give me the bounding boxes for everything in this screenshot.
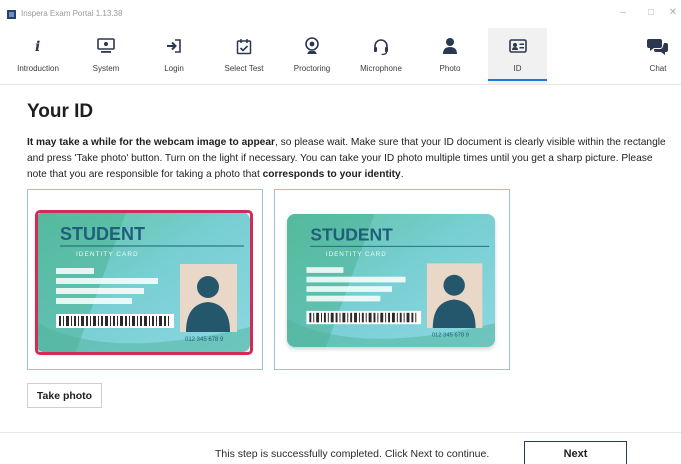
id-card-graphic: STUDENT IDENTITY CARD 012 345 678 9 xyxy=(287,214,495,347)
info-icon: i xyxy=(31,34,45,58)
nav-divider xyxy=(0,84,681,85)
title-bar: Inspera Exam Portal 1.13.38 – □ ✕ xyxy=(0,0,681,28)
take-photo-button[interactable]: Take photo xyxy=(27,383,102,408)
maximize-icon[interactable]: □ xyxy=(645,8,657,18)
step-navigation: i Introduction System Login Select Test … xyxy=(0,28,681,84)
nav-label: Login xyxy=(164,64,184,73)
instructions-period: . xyxy=(400,169,404,180)
nav-label: ID xyxy=(513,64,522,73)
status-message: This step is successfully completed. Cli… xyxy=(215,448,490,460)
minimize-icon[interactable]: – xyxy=(617,8,629,18)
nav-label: Chat xyxy=(649,64,667,73)
nav-label: Proctoring xyxy=(293,64,331,73)
card-number: 012 345 678 9 xyxy=(432,333,469,339)
nav-item-login[interactable]: Login xyxy=(144,28,204,84)
nav-item-microphone[interactable]: Microphone xyxy=(350,28,412,84)
svg-text:i: i xyxy=(35,39,40,54)
nav-label: Select Test xyxy=(224,64,264,73)
nav-label: Microphone xyxy=(360,64,402,73)
nav-label: Photo xyxy=(439,64,461,73)
barcode xyxy=(306,310,422,325)
instructions: It may take a while for the webcam image… xyxy=(27,135,667,183)
nav-item-introduction[interactable]: i Introduction xyxy=(8,28,68,84)
card-title: STUDENT xyxy=(310,225,393,245)
portrait-photo xyxy=(426,263,483,328)
id-card-icon xyxy=(508,34,527,58)
nav-item-select-test[interactable]: Select Test xyxy=(212,28,276,84)
close-icon[interactable]: ✕ xyxy=(667,8,679,18)
footer-divider xyxy=(0,432,681,433)
webcam-icon xyxy=(304,34,320,58)
headset-icon xyxy=(372,34,390,58)
nav-item-photo[interactable]: Photo xyxy=(420,28,480,84)
next-button[interactable]: Next xyxy=(524,441,627,464)
id-frame-rectangle xyxy=(35,210,253,355)
page-title: Your ID xyxy=(27,101,94,122)
nav-item-chat[interactable]: Chat xyxy=(636,28,680,84)
person-icon xyxy=(442,34,458,58)
nav-item-id[interactable]: ID xyxy=(488,28,547,84)
webcam-preview: STUDENT IDENTITY CARD 012 345 678 9 xyxy=(27,189,263,370)
card-subtitle: IDENTITY CARD xyxy=(326,251,387,258)
window-title: Inspera Exam Portal 1.13.38 xyxy=(21,9,123,18)
chat-icon xyxy=(647,34,669,58)
login-icon xyxy=(165,34,183,58)
captured-id-photo: STUDENT IDENTITY CARD 012 345 678 9 xyxy=(274,189,510,370)
nav-label: System xyxy=(92,64,120,73)
nav-label: Introduction xyxy=(17,64,59,73)
calendar-check-icon xyxy=(236,34,252,58)
id-card-image: STUDENT IDENTITY CARD 012 345 678 9 xyxy=(287,214,495,347)
instructions-bold-intro: It may take a while for the webcam image… xyxy=(27,137,275,148)
instructions-bold-end: corresponds to your identity xyxy=(262,169,401,180)
nav-item-proctoring[interactable]: Proctoring xyxy=(282,28,342,84)
nav-item-system[interactable]: System xyxy=(76,28,136,84)
monitor-icon xyxy=(97,34,115,58)
app-logo-icon xyxy=(7,10,16,19)
